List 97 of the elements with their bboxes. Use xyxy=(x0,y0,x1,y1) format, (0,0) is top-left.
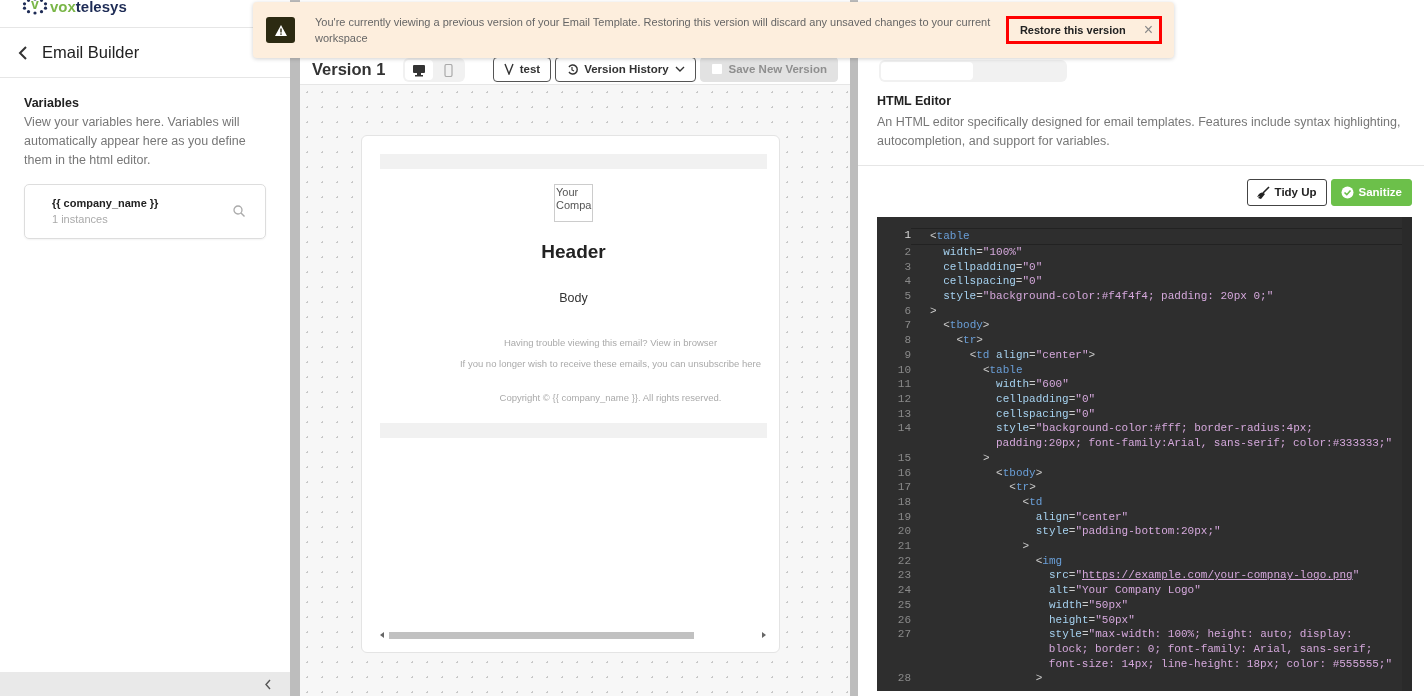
code-line: height="50px" xyxy=(1047,612,1136,628)
code-line: > xyxy=(1021,539,1031,554)
line-number: 23 xyxy=(896,568,911,584)
line-number: 10 xyxy=(896,362,911,378)
code-line: width="50px" xyxy=(1047,597,1130,613)
code-line: width="600" xyxy=(995,377,1070,392)
broken-image: Your Compa xyxy=(554,184,593,222)
line-number: 11 xyxy=(896,377,911,392)
scroll-right-icon[interactable] xyxy=(762,632,767,638)
line-number: 9 xyxy=(903,347,911,363)
line-number: 8 xyxy=(903,333,911,348)
code-line: style="background-color:#f4f4f4; padding: 20px 0;" xyxy=(942,289,1275,304)
code-line: cellspacing="0" xyxy=(995,406,1097,422)
warning-icon xyxy=(266,17,295,43)
alert-message: You're currently viewing a previous version of your Email Template. Restoring this version will discard any unsaved changes to your current workspace xyxy=(315,15,992,46)
line-number: 12 xyxy=(896,392,911,407)
line-number: 17 xyxy=(896,480,911,495)
line-number: 5 xyxy=(903,289,911,304)
code-line: style="max-width: 100%; height: auto; display: xyxy=(1047,627,1354,642)
code-line: font-size: 14px; line-height: 18px; color: #555555;" xyxy=(1047,656,1394,672)
line-number: 3 xyxy=(903,259,911,275)
line-number: 7 xyxy=(903,318,911,334)
line-number: 25 xyxy=(896,597,911,613)
line-number: 28 xyxy=(896,671,911,687)
code-line: padding:20px; font-family:Arial, sans-serif; color:#333333;" xyxy=(995,436,1394,451)
code-line: align="center" xyxy=(1034,509,1130,525)
editor-title: HTML Editor xyxy=(877,94,953,109)
code-line: > xyxy=(1034,671,1044,687)
code-line: > xyxy=(981,450,991,466)
code-line: <tbody> xyxy=(942,318,991,334)
code-line: <img xyxy=(1034,553,1064,569)
footer-text: Having trouble viewing this email? View in browser xyxy=(503,337,718,349)
code-line: <table xyxy=(981,362,1024,378)
code-line: width="100%" xyxy=(942,244,1024,260)
line-number: 13 xyxy=(896,406,911,422)
test-button[interactable]: test xyxy=(492,56,552,82)
line-number: 4 xyxy=(903,274,911,290)
line-number: 15 xyxy=(896,450,911,466)
line-number: 26 xyxy=(896,612,911,628)
logo-dots-icon xyxy=(22,0,48,15)
mode-toggle[interactable] xyxy=(879,60,1067,82)
scroll-left-icon[interactable] xyxy=(380,632,385,638)
code-line: > xyxy=(929,303,938,319)
code-line: cellspacing="0" xyxy=(942,274,1044,290)
copyright-text: Copyright © {{ company_name }}. All rights reserved. xyxy=(499,392,722,404)
code-line: <td align="center"> xyxy=(968,347,1097,363)
email-body: Body xyxy=(558,289,589,307)
line-number: 27 xyxy=(896,627,911,642)
variable-card[interactable]: {{ company_name }} 1 instances xyxy=(24,183,266,239)
page-title: Email Builder xyxy=(42,42,140,63)
line-number: 16 xyxy=(896,465,911,481)
line-number: 24 xyxy=(896,583,911,598)
variable-name: {{ company_name }} xyxy=(52,195,160,211)
line-number: 6 xyxy=(903,303,911,319)
save-icon xyxy=(710,62,723,76)
line-number: 18 xyxy=(896,494,911,510)
code-line: style="background-color:#fff; border-radius:4px; xyxy=(995,421,1314,437)
code-line: <tr> xyxy=(955,333,984,348)
code-line: cellpadding="0" xyxy=(942,259,1044,275)
section-description: View your variables here. Variables will automatically appear here as you define them in the html editor. xyxy=(24,113,247,169)
line-number: 20 xyxy=(896,524,911,539)
section-title: Variables xyxy=(24,95,80,112)
logo-letter: v xyxy=(31,0,39,11)
line-number: 1 xyxy=(903,228,911,244)
editor-description: An HTML editor specifically designed for email templates. Features include syntax highlighting, autocompletion, and support for variables. xyxy=(877,114,1402,150)
version-title: Version 1 xyxy=(312,59,386,81)
code-line: <table xyxy=(911,228,1402,245)
line-number: 21 xyxy=(896,539,911,554)
history-button[interactable]: Version History xyxy=(555,56,696,82)
chevron-down-icon xyxy=(674,66,685,73)
collapse-button[interactable] xyxy=(264,678,272,690)
brand-name: voxtelesys xyxy=(50,0,127,14)
back-button[interactable] xyxy=(18,45,28,60)
check-circle-icon xyxy=(1340,186,1354,200)
email-header: Header xyxy=(540,240,607,264)
restore-button[interactable]: Restore this version xyxy=(1019,21,1126,39)
code-line: <tbody> xyxy=(995,465,1044,481)
code-line: <tr> xyxy=(1008,480,1037,495)
code-editor[interactable] xyxy=(877,217,1412,692)
scrollbar-thumb[interactable] xyxy=(389,631,694,639)
history-icon xyxy=(566,62,579,76)
code-line: style="padding-bottom:20px;" xyxy=(1034,524,1222,539)
code-line: cellpadding="0" xyxy=(995,392,1097,407)
monitor-icon xyxy=(412,63,427,77)
view-tab[interactable] xyxy=(405,60,434,80)
line-number: 14 xyxy=(896,421,911,437)
line-number: 2 xyxy=(903,244,911,260)
code-line: block; border: 0; font-family: Arial, sans-serif; xyxy=(1047,641,1374,657)
line-number: 19 xyxy=(896,509,911,525)
broom-icon xyxy=(1256,186,1270,200)
tidy-button[interactable]: Tidy Up xyxy=(1246,179,1327,207)
footer-text: If you no longer wish to receive these emails, you can unsubscribe here xyxy=(460,358,761,370)
line-number: 22 xyxy=(896,553,911,569)
code-line: alt="Your Company Logo" xyxy=(1047,583,1202,598)
instance-count: 1 instances xyxy=(52,212,109,228)
code-line: src="https://example.com/your-compnay-logo.png" xyxy=(1047,568,1361,584)
code-line: <td xyxy=(1021,494,1044,510)
